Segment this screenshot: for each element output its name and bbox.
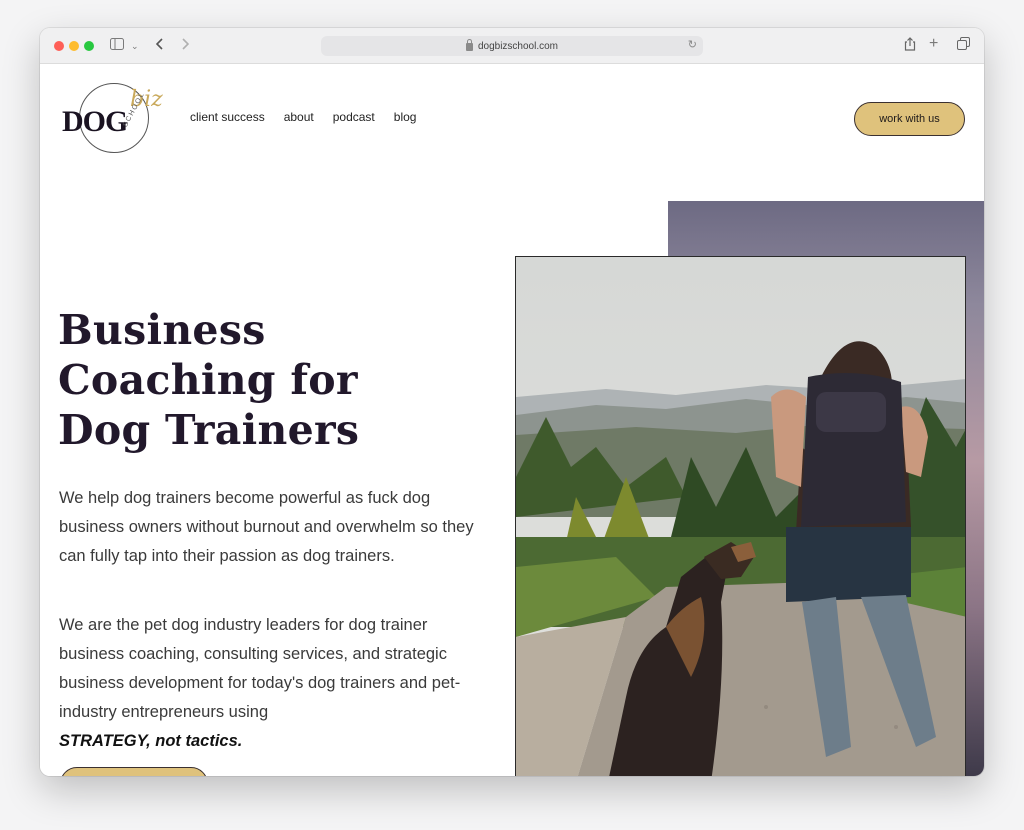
- main-nav: client success about podcast blog: [190, 110, 416, 124]
- nav-item-about[interactable]: about: [284, 110, 314, 124]
- logo-main-text: DOG: [62, 105, 128, 138]
- hero-paragraph-2-text: We are the pet dog industry leaders for …: [59, 616, 461, 721]
- url-text: dogbizschool.com: [477, 40, 559, 52]
- share-icon[interactable]: [904, 37, 916, 56]
- work-with-us-button[interactable]: work with us: [854, 102, 965, 136]
- dogbizschool-logo[interactable]: DOG biz SCHOOL: [62, 81, 166, 157]
- forward-icon[interactable]: [181, 37, 190, 55]
- lock-icon: [465, 39, 473, 51]
- browser-window: ⌄ dogbizschool.com ↻ + DOG biz SCHOOL cl…: [40, 28, 984, 776]
- hero-heading-line-1: Business: [58, 306, 266, 354]
- nav-item-blog[interactable]: blog: [394, 110, 417, 124]
- hero-paragraph-2: We are the pet dog industry leaders for …: [59, 611, 479, 756]
- hero-heading-line-2: Coaching for: [58, 356, 358, 404]
- nav-item-client-success[interactable]: client success: [190, 110, 265, 124]
- close-window-button[interactable]: [54, 41, 64, 51]
- hero-paragraph-2-emphasis: STRATEGY, not tactics.: [59, 732, 243, 750]
- web-page: DOG biz SCHOOL client success about podc…: [40, 65, 984, 776]
- chevron-down-icon[interactable]: ⌄: [131, 37, 139, 55]
- hero-photo-trainer-with-dog: [515, 256, 966, 776]
- nav-item-podcast[interactable]: podcast: [333, 110, 375, 124]
- hero-paragraph-1: We help dog trainers become powerful as …: [59, 489, 474, 565]
- hero-heading: Business Coaching for Dog Trainers: [58, 305, 478, 455]
- zoom-window-button[interactable]: [84, 41, 94, 51]
- address-bar[interactable]: dogbizschool.com ↻: [321, 36, 703, 56]
- minimize-window-button[interactable]: [69, 41, 79, 51]
- hero-cta-button[interactable]: [60, 767, 208, 776]
- browser-toolbar: ⌄ dogbizschool.com ↻ +: [40, 28, 984, 64]
- new-tab-icon[interactable]: +: [929, 35, 938, 53]
- sidebar-icon[interactable]: [110, 37, 124, 55]
- tabs-icon[interactable]: [957, 37, 970, 55]
- back-icon[interactable]: [155, 37, 164, 55]
- reload-icon[interactable]: ↻: [688, 38, 697, 51]
- hero-heading-line-3: Dog Trainers: [58, 406, 360, 454]
